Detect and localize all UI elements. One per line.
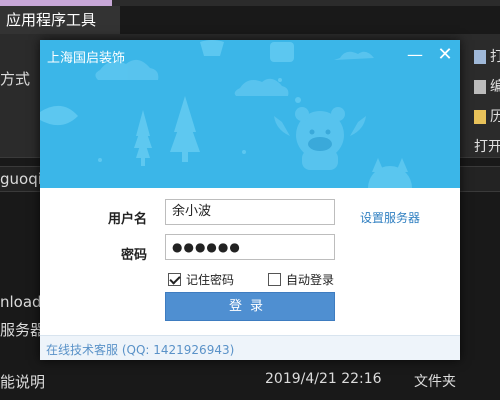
ribbon-item-edit[interactable]: 编: [474, 76, 500, 96]
file-modified-date: 2019/4/21 22:16: [265, 371, 382, 387]
login-button[interactable]: 登录: [165, 292, 335, 321]
ribbon-item-history[interactable]: 历: [474, 106, 500, 126]
remember-password-checkbox[interactable]: 记住密码: [168, 271, 234, 288]
login-banner: 上海国启装饰 — ✕: [40, 40, 460, 188]
address-text: guoqi: [0, 170, 42, 188]
ribbon-left-text: 方式: [0, 70, 31, 88]
file-item-download[interactable]: nload: [0, 293, 42, 311]
file-item-server[interactable]: 服务器: [0, 319, 45, 340]
open-icon: [474, 50, 486, 64]
ribbon-group-open-label: 打开: [474, 139, 500, 155]
edit-icon: [474, 80, 486, 94]
checkbox-checked-icon: [168, 273, 181, 286]
dialog-footer: 在线技术客服 (QQ: 1421926943): [40, 335, 460, 360]
file-item-manual[interactable]: 能说明: [0, 371, 45, 392]
remember-password-label: 记住密码: [186, 273, 235, 287]
password-field[interactable]: ●●●●●●: [165, 234, 335, 260]
ribbon-tab-app-tools[interactable]: 应用程序工具: [0, 6, 120, 34]
username-label: 用户名: [107, 212, 147, 227]
password-label: 密码: [120, 248, 147, 263]
checkbox-unchecked-icon: [268, 273, 281, 286]
minimize-button[interactable]: —: [404, 44, 426, 66]
dialog-title: 上海国启装饰: [47, 51, 126, 66]
auto-login-checkbox[interactable]: 自动登录: [268, 271, 334, 288]
online-support-link[interactable]: 在线技术客服 (QQ: 1421926943): [46, 341, 234, 358]
file-type: 文件夹: [414, 374, 456, 390]
username-field[interactable]: 余小波: [165, 199, 335, 225]
login-dialog: 上海国启装饰 — ✕ 用户名 余小波 设置服务器 密码 ●●●●●● 记住密码 …: [40, 40, 460, 360]
ribbon-item-open[interactable]: 打: [474, 46, 500, 66]
server-settings-link[interactable]: 设置服务器: [360, 209, 420, 226]
history-icon: [474, 110, 486, 124]
auto-login-label: 自动登录: [286, 273, 335, 287]
close-button[interactable]: ✕: [434, 44, 456, 66]
